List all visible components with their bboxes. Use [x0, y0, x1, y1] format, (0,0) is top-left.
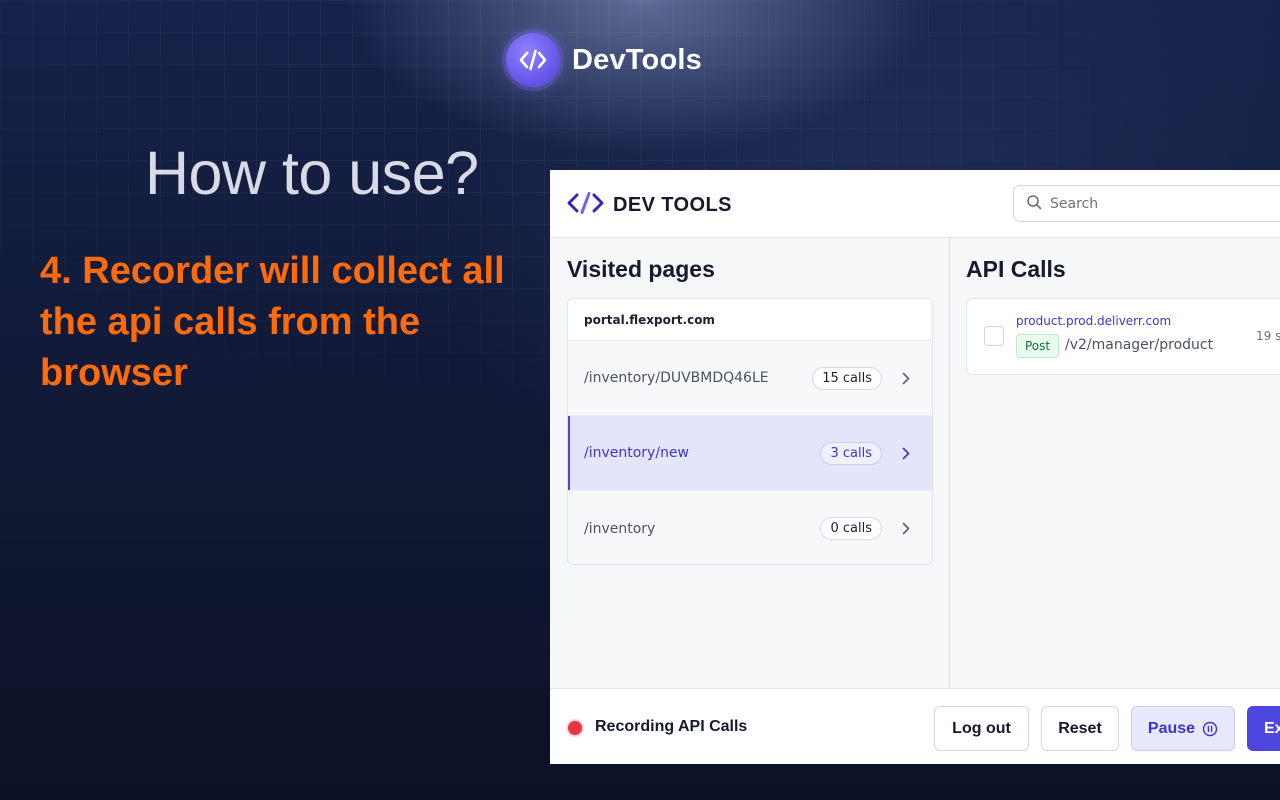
chevron-right-icon — [896, 372, 916, 385]
list-item[interactable]: /inventory/DUVBMDQ46LE 15 calls — [568, 341, 932, 416]
api-call-path: /v2/manager/product — [1065, 337, 1214, 353]
api-call-time: 19 se — [1256, 329, 1280, 343]
pause-label: Pause — [1147, 719, 1196, 737]
page-path: /inventory/new — [584, 445, 689, 461]
app-title: DEV TOOLS — [613, 193, 732, 216]
visited-pages-list: portal.flexport.com /inventory/DUVBMDQ46… — [567, 298, 933, 565]
step-description: 4. Recorder will collect all the api cal… — [40, 250, 505, 394]
logout-label: Log out — [952, 719, 1011, 737]
api-call-item[interactable]: product.prod.deliverr.com Post /v2/manag… — [966, 298, 1280, 375]
brand-name: DevTools — [572, 43, 702, 76]
brand: DevTools — [506, 33, 702, 87]
pause-button[interactable]: Pause — [1131, 706, 1235, 751]
api-call-host: product.prod.deliverr.com — [1016, 314, 1172, 328]
chevron-right-icon — [896, 522, 916, 535]
chevron-right-icon — [896, 447, 916, 460]
api-calls-title: API Calls — [966, 256, 1066, 282]
logout-button[interactable]: Log out — [934, 706, 1029, 751]
list-item-active[interactable]: /inventory/new 3 calls — [568, 416, 932, 491]
page-title: How to use? — [145, 139, 479, 207]
recording-dot-icon — [568, 721, 582, 735]
calls-badge: 0 calls — [820, 517, 882, 540]
recording-status: Recording API Calls — [595, 718, 748, 735]
search-input[interactable]: Search — [1013, 185, 1280, 222]
panel-divider — [949, 238, 950, 688]
page-path: /inventory/DUVBMDQ46LE — [584, 370, 769, 386]
api-call-checkbox[interactable] — [984, 326, 1004, 346]
domain-label: portal.flexport.com — [568, 299, 932, 341]
page-path: /inventory — [584, 520, 656, 537]
app-window: DEV TOOLS Search Visited pages portal.fl… — [550, 170, 1280, 764]
search-icon — [1026, 194, 1042, 214]
reset-button[interactable]: Reset — [1041, 706, 1119, 751]
footer-bar: Recording API Calls Log out Reset Pause … — [550, 688, 1280, 764]
visited-pages-title: Visited pages — [567, 256, 715, 282]
calls-badge: 3 calls — [820, 441, 882, 465]
app-logo: DEV TOOLS — [567, 192, 732, 218]
pause-circle-icon — [1202, 721, 1218, 737]
export-button[interactable]: Ex — [1247, 706, 1280, 751]
code-brackets-icon — [506, 33, 560, 87]
reset-label: Reset — [1058, 719, 1102, 737]
app-header: DEV TOOLS Search — [550, 170, 1280, 238]
search-placeholder: Search — [1050, 195, 1099, 212]
calls-badge: 15 calls — [812, 366, 882, 390]
method-badge: Post — [1016, 334, 1060, 358]
export-label: Ex — [1264, 719, 1280, 737]
code-brackets-icon — [567, 192, 604, 218]
list-item[interactable]: /inventory 0 calls — [568, 491, 932, 564]
